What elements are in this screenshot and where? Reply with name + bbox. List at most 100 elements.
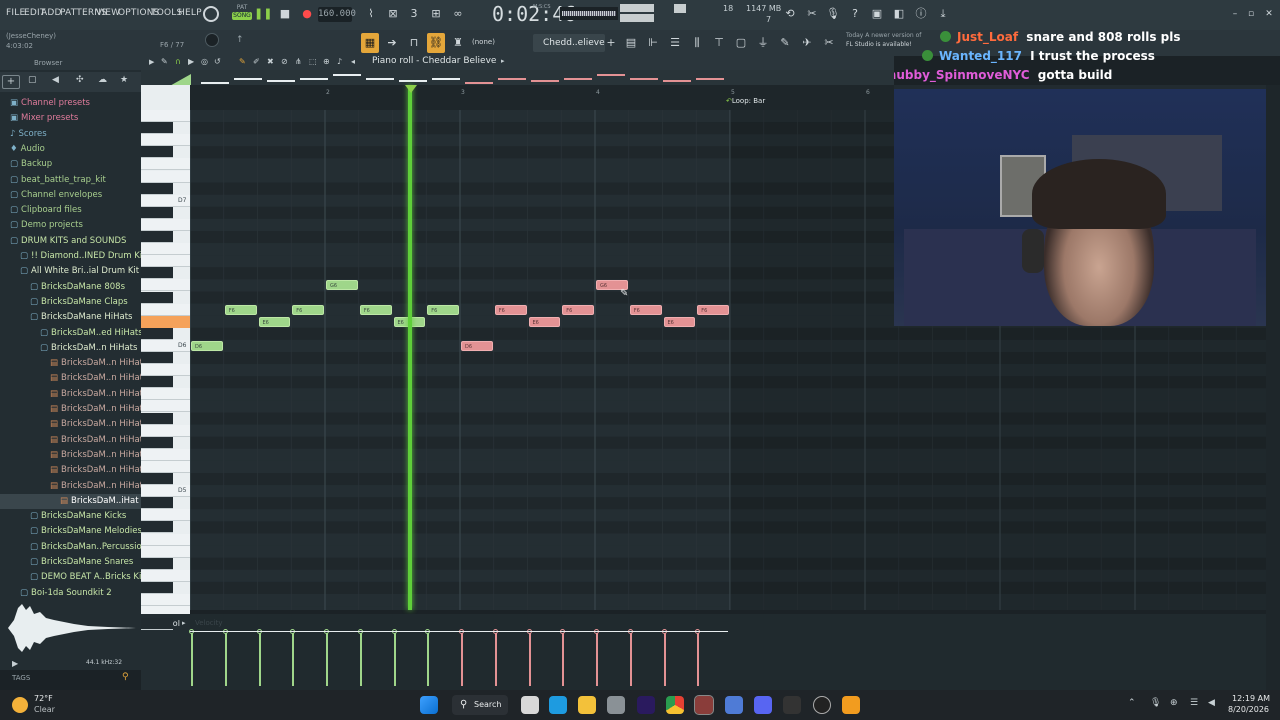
ruler-bar-number[interactable]: 5 (731, 89, 735, 96)
microphone-icon[interactable]: 🎙 (824, 5, 842, 23)
arrow-right-icon[interactable]: ➔ (383, 33, 401, 53)
browser-item[interactable]: ▢ Clipboard files (0, 203, 141, 218)
browser-item[interactable]: ▢ Channel envelopes (0, 188, 141, 203)
star-icon[interactable]: ★ (120, 75, 128, 85)
metronome-icon[interactable]: ⌇ (362, 5, 380, 23)
control-arrow-icon[interactable]: ▸ (182, 619, 186, 627)
black-key[interactable] (141, 436, 173, 449)
vertical-scrollbar[interactable] (1266, 85, 1280, 690)
browser-item[interactable]: ▤BricksDaM..n HiHat 6 (0, 433, 141, 448)
browser-item[interactable]: ▢ All White Bri..ial Drum Kit (0, 264, 141, 279)
record-button[interactable]: ● (298, 5, 316, 23)
browser-item[interactable]: ▢ Boi-1da Soundkit 2 (0, 586, 141, 601)
fl-studio-app-icon[interactable] (694, 695, 714, 715)
app-icon[interactable] (725, 696, 743, 714)
tray-network-icon[interactable]: ⊕ (1170, 698, 1178, 708)
white-key[interactable] (141, 134, 190, 147)
cloud-icon[interactable]: ☁ (98, 75, 107, 85)
master-volume-knob[interactable] (205, 33, 219, 47)
browser-item[interactable]: ▢ BricksDaM..ed HiHats (0, 326, 141, 341)
note[interactable]: E6 (528, 316, 561, 327)
white-key[interactable] (141, 388, 190, 401)
velocity-bar[interactable] (528, 631, 531, 686)
loop-marker[interactable]: ↶Loop: Bar (726, 97, 765, 105)
black-key[interactable] (141, 557, 173, 570)
speaker-icon[interactable]: ◂ (351, 57, 355, 66)
menu-file[interactable]: FILE (6, 8, 25, 18)
white-key[interactable] (141, 170, 190, 183)
playback-icon[interactable]: ♪ (337, 57, 342, 66)
velocity-bar[interactable] (697, 631, 700, 686)
browser-item[interactable]: ▤BricksDaM..n HiHat 8 (0, 463, 141, 478)
browser-item[interactable]: ♦ Audio (0, 142, 141, 157)
tempo-display[interactable]: 160.000 (318, 7, 356, 22)
white-key[interactable] (141, 448, 190, 461)
black-key[interactable] (141, 122, 173, 135)
browser-item[interactable]: ▤BricksDaM..n HiHat 5 (0, 417, 141, 432)
zoom-icon[interactable]: ⊕ (323, 57, 330, 66)
note[interactable]: F6 (629, 304, 662, 315)
browser-item[interactable]: ♪ Scores (0, 127, 141, 142)
note[interactable]: G6 (326, 280, 358, 291)
close-icon[interactable]: ✕ (1260, 5, 1278, 23)
note[interactable]: F6 (224, 304, 257, 315)
sample-waveform[interactable] (8, 600, 136, 656)
velocity-bar[interactable] (461, 631, 463, 686)
file-explorer-icon[interactable] (578, 696, 596, 714)
velocity-bar[interactable] (393, 631, 396, 686)
browser-item[interactable]: ▢ BricksDaMan..Percussion (0, 540, 141, 555)
clock-time[interactable]: 12:19 AM (1232, 694, 1270, 703)
magnet-icon[interactable]: ∩ (175, 57, 181, 66)
white-key[interactable] (141, 460, 190, 473)
brush-icon[interactable]: ✎ (776, 33, 794, 53)
browser-item[interactable]: ▢!! Diamond..INED Drum Kit (0, 249, 141, 264)
browser-item[interactable]: ▢ Demo projects (0, 218, 141, 233)
ruler-bar-number[interactable]: 6 (866, 89, 870, 96)
black-key[interactable] (141, 376, 173, 389)
loop-record-icon[interactable]: ∞ (449, 5, 467, 23)
link-icon[interactable]: ⛓ (427, 33, 445, 53)
black-key[interactable] (141, 412, 173, 425)
play-sample-icon[interactable]: ▶ (12, 659, 18, 668)
browser-item[interactable]: ▢ Backup (0, 157, 141, 172)
channel-rack-icon[interactable]: ⊩ (644, 33, 662, 53)
ruler-bar-number[interactable]: 3 (461, 89, 465, 96)
slice-icon[interactable]: ⋔ (295, 57, 302, 66)
velocity-bar[interactable] (427, 631, 430, 686)
velocity-bar[interactable] (191, 631, 193, 686)
title-arrow-icon[interactable]: ▸ (501, 57, 505, 65)
stop-button[interactable]: ■ (276, 5, 294, 23)
task-view-icon[interactable] (521, 696, 539, 714)
black-key[interactable] (141, 231, 173, 244)
recording-mode-icon[interactable] (203, 6, 219, 22)
tray-mic-icon[interactable]: 🎙 (1150, 698, 1161, 708)
browser-item[interactable]: ▣ Mixer presets (0, 111, 141, 126)
black-key[interactable] (141, 327, 173, 340)
white-key[interactable] (141, 400, 190, 413)
settings-icon[interactable] (607, 696, 625, 714)
white-key[interactable] (141, 533, 190, 546)
windows-start-icon[interactable] (420, 696, 438, 714)
note[interactable]: F6 (494, 304, 527, 315)
pause-button[interactable]: ❚❚ (254, 5, 272, 23)
black-key[interactable] (141, 206, 173, 219)
active-key[interactable] (141, 315, 190, 328)
undo-history-icon[interactable]: ⟲ (781, 5, 799, 23)
wait-for-input-icon[interactable]: ⊠ (384, 5, 402, 23)
info-icon[interactable]: ⓘ (912, 5, 930, 23)
white-key[interactable] (141, 545, 190, 558)
browser-item[interactable]: ▢ DEMO BEAT A..Bricks Kit (0, 570, 141, 585)
eq-icon[interactable]: ⫼ (688, 33, 706, 53)
taskbar-search[interactable]: ⚲ Search (452, 695, 508, 715)
record-icon[interactable]: ◎ (201, 57, 208, 66)
browser-item[interactable]: ▤BricksDaM..n HiHat 7 (0, 448, 141, 463)
browser-item[interactable]: ▤BricksDaM..n HiHat 9 (0, 479, 141, 494)
premiere-icon[interactable] (637, 696, 655, 714)
tools-menu-icon[interactable]: ✎ (161, 57, 168, 66)
stamp-icon[interactable]: ♜ (450, 33, 466, 53)
tray-wifi-icon[interactable]: ☰ (1190, 698, 1198, 708)
piano-keyboard[interactable]: D7 D6 D5 (141, 85, 190, 643)
note[interactable]: F6 (359, 304, 392, 315)
help-icon[interactable]: ? (846, 5, 864, 23)
search-icon[interactable]: ⚲ (122, 672, 129, 682)
